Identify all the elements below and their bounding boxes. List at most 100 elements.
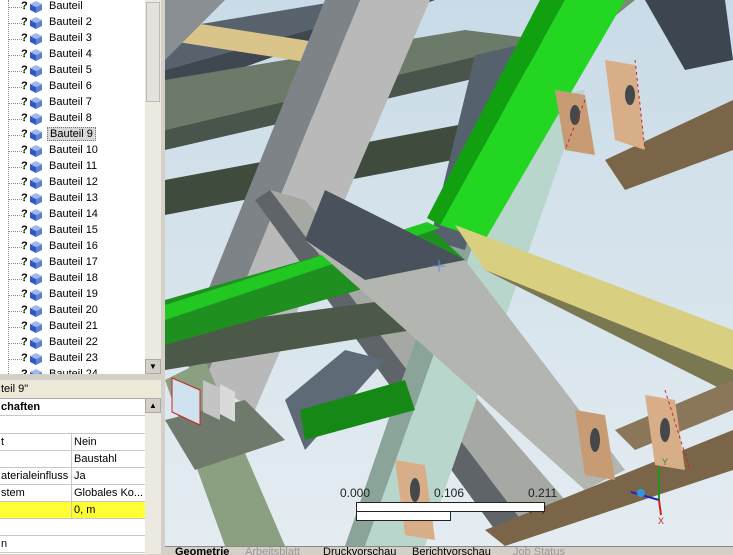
cube-icon: [29, 1, 43, 16]
scale-bar-segment: [356, 511, 451, 521]
details-row[interactable]: 0, m: [0, 502, 145, 519]
tree-item-label: Bauteil 22: [49, 336, 98, 348]
cube-icon: [29, 65, 43, 80]
tree-item[interactable]: ? Bauteil 8: [0, 111, 145, 127]
tree-item[interactable]: ? Bauteil 9: [0, 127, 145, 143]
tree-item-label: Bauteil 21: [49, 320, 98, 332]
tree-item-label: Bauteil 20: [49, 304, 98, 316]
cube-icon: [29, 97, 43, 112]
tree-item[interactable]: ? Bauteil 12: [0, 175, 145, 191]
details-value[interactable]: Baustahl: [71, 451, 145, 467]
cube-icon: [29, 49, 43, 64]
tree-item[interactable]: ? Bauteil 19: [0, 287, 145, 303]
status-question-icon: ?: [21, 176, 28, 188]
details-panel: teil 9" chaften t Nein Baustahl aterialeinfl…: [0, 380, 161, 554]
tree-item[interactable]: ? Bauteil 20: [0, 303, 145, 319]
tree-item[interactable]: ? Bauteil 21: [0, 319, 145, 335]
details-scrollbar[interactable]: ▲: [145, 398, 161, 554]
model-tree[interactable]: ? Bauteil? Bauteil 2? Bauteil 3? Bauteil 4? B…: [0, 0, 145, 374]
tree-connector: [8, 23, 22, 24]
details-title: teil 9": [0, 380, 161, 399]
details-row[interactable]: [0, 417, 145, 434]
cube-icon: [29, 145, 43, 160]
tree-connector: [8, 279, 22, 280]
structure-3d-view[interactable]: Y X: [165, 0, 733, 546]
tree-scrollbar-thumb[interactable]: [146, 2, 160, 102]
tree-connector: [8, 119, 22, 120]
tree-scrollbar[interactable]: ▼: [145, 0, 161, 374]
status-question-icon: ?: [21, 304, 28, 316]
details-row[interactable]: [0, 519, 145, 536]
status-question-icon: ?: [21, 288, 28, 300]
details-value[interactable]: 0, m: [71, 502, 145, 518]
tree-item[interactable]: ? Bauteil 15: [0, 223, 145, 239]
details-row[interactable]: Baustahl: [0, 451, 145, 468]
details-value[interactable]: Globales Ko...: [71, 485, 145, 501]
details-row[interactable]: t Nein: [0, 434, 145, 451]
tree-connector: [8, 87, 22, 88]
status-question-icon: ?: [21, 128, 28, 140]
tree-item[interactable]: ? Bauteil 14: [0, 207, 145, 223]
tree-item[interactable]: ? Bauteil 24: [0, 367, 145, 374]
tree-item-label: Bauteil 7: [49, 96, 92, 108]
details-row[interactable]: n: [0, 536, 145, 553]
cube-icon: [29, 177, 43, 192]
cube-icon: [29, 193, 43, 208]
cube-icon: [29, 113, 43, 128]
details-value[interactable]: Nein: [71, 434, 145, 450]
status-question-icon: ?: [21, 240, 28, 252]
tree-item[interactable]: ? Bauteil: [0, 0, 145, 15]
tree-item-label: Bauteil: [49, 0, 83, 12]
tree-item[interactable]: ? Bauteil 5: [0, 63, 145, 79]
tree-connector: [8, 167, 22, 168]
tree-connector: [8, 39, 22, 40]
status-question-icon: ?: [21, 208, 28, 220]
status-question-icon: ?: [21, 144, 28, 156]
cube-icon: [29, 209, 43, 224]
details-key: stem: [1, 487, 25, 499]
tree-item[interactable]: ? Bauteil 11: [0, 159, 145, 175]
details-key: aterialeinfluss: [1, 470, 69, 482]
cube-icon: [29, 129, 43, 144]
details-row[interactable]: aterialeinfluss Ja: [0, 468, 145, 485]
status-question-icon: ?: [21, 16, 28, 28]
tree-item[interactable]: ? Bauteil 18: [0, 271, 145, 287]
scale-label-1: 0.106: [434, 486, 465, 500]
graphics-viewport[interactable]: Y X: [165, 0, 733, 546]
tree-item[interactable]: ? Bauteil 16: [0, 239, 145, 255]
details-scroll-up-button[interactable]: ▲: [145, 398, 161, 413]
tree-item[interactable]: ? Bauteil 10: [0, 143, 145, 159]
tree-connector: [8, 215, 22, 216]
tree-connector: [8, 247, 22, 248]
details-row[interactable]: stem Globales Ko...: [0, 485, 145, 502]
tree-item[interactable]: ? Bauteil 13: [0, 191, 145, 207]
tree-connector: [8, 151, 22, 152]
status-question-icon: ?: [21, 32, 28, 44]
details-section-header[interactable]: chaften: [0, 399, 145, 416]
scroll-down-button[interactable]: ▼: [145, 359, 161, 374]
tree-connector: [8, 55, 22, 56]
tree-item[interactable]: ? Bauteil 2: [0, 15, 145, 31]
status-question-icon: ?: [21, 320, 28, 332]
status-question-icon: ?: [21, 112, 28, 124]
tree-connector: [8, 359, 22, 360]
tree-item-label: Bauteil 23: [49, 352, 98, 364]
tree-item[interactable]: ? Bauteil 4: [0, 47, 145, 63]
tree-item[interactable]: ? Bauteil 7: [0, 95, 145, 111]
tree-item-label: Bauteil 5: [49, 64, 92, 76]
tree-item-label: Bauteil 10: [49, 144, 98, 156]
tree-item[interactable]: ? Bauteil 17: [0, 255, 145, 271]
tree-item[interactable]: ? Bauteil 22: [0, 335, 145, 351]
status-question-icon: ?: [21, 192, 28, 204]
tree-item[interactable]: ? Bauteil 23: [0, 351, 145, 367]
tree-item[interactable]: ? Bauteil 6: [0, 79, 145, 95]
cube-icon: [29, 337, 43, 352]
tree-connector: [8, 343, 22, 344]
tree-connector: [8, 135, 22, 136]
cube-icon: [29, 289, 43, 304]
tree-item[interactable]: ? Bauteil 3: [0, 31, 145, 47]
details-value[interactable]: Ja: [71, 468, 145, 484]
status-question-icon: ?: [21, 336, 28, 348]
details-key: n: [1, 538, 8, 550]
status-question-icon: ?: [21, 64, 28, 76]
